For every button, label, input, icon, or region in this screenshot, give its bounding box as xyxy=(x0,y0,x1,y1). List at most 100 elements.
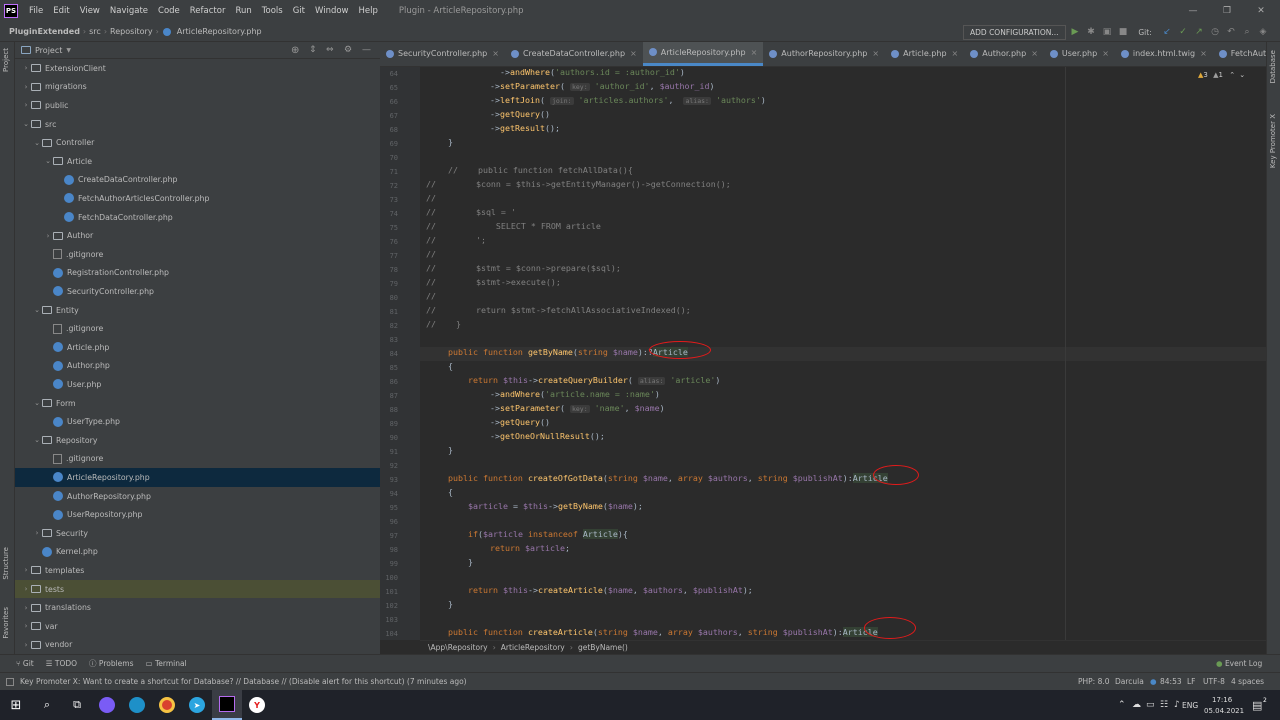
tree-item[interactable]: Kernel.php xyxy=(15,543,380,562)
phpstorm-settings-icon[interactable]: ◈ xyxy=(1256,24,1270,40)
tree-item[interactable]: ArticleRepository.php xyxy=(15,468,380,487)
chrome-browser-icon[interactable] xyxy=(152,690,182,720)
chevron-down-icon[interactable]: ⌄ xyxy=(21,120,31,128)
theme-name[interactable]: Darcula xyxy=(1115,677,1144,686)
expand-all-icon[interactable]: ⇕ xyxy=(309,45,317,55)
status-message[interactable]: Key Promoter X: Want to create a shortcu… xyxy=(20,677,467,686)
terminal-tool-button[interactable]: ▭ Terminal xyxy=(140,659,193,668)
add-configuration-button[interactable]: ADD CONFIGURATION... xyxy=(963,25,1066,40)
network-icon[interactable]: ☷ xyxy=(1160,700,1168,710)
breadcrumb-class[interactable]: ArticleRepository xyxy=(501,643,565,652)
tree-item[interactable]: ⌄ Article xyxy=(15,152,380,171)
tree-item[interactable]: Article.php xyxy=(15,338,380,357)
tree-item[interactable]: .gitignore xyxy=(15,450,380,469)
editor-tab[interactable]: index.html.twig × xyxy=(1115,42,1213,66)
git-tool-button[interactable]: ⑂ Git xyxy=(10,659,40,668)
project-tool-tab[interactable]: Project xyxy=(2,48,10,72)
breadcrumb-file[interactable]: ArticleRepository.php xyxy=(174,27,265,36)
history-icon[interactable]: ◷ xyxy=(1208,24,1222,40)
editor-tab[interactable]: SecurityController.php × xyxy=(380,42,505,66)
chevron-down-icon[interactable]: ⌄ xyxy=(32,436,42,444)
tree-item[interactable]: FetchDataController.php xyxy=(15,208,380,227)
tree-item[interactable]: .gitignore xyxy=(15,245,380,264)
tree-item[interactable]: AuthorRepository.php xyxy=(15,487,380,506)
gear-icon[interactable]: ⚙ xyxy=(344,45,352,55)
menu-edit[interactable]: Edit xyxy=(48,6,74,16)
key-promoter-tool-tab[interactable]: Key Promoter X xyxy=(1269,114,1277,168)
editor-tab[interactable]: ArticleRepository.php × xyxy=(642,42,764,66)
editor-tab[interactable]: User.php × xyxy=(1044,42,1115,66)
chevron-right-icon[interactable]: › xyxy=(21,585,31,593)
coverage-icon[interactable]: ▣ xyxy=(1100,24,1114,40)
editor-tab[interactable]: Author.php × xyxy=(964,42,1044,66)
menu-run[interactable]: Run xyxy=(230,6,256,16)
close-tab-icon[interactable]: × xyxy=(1200,49,1207,58)
edge-browser-icon[interactable] xyxy=(122,690,152,720)
caret-position[interactable]: 84:53 xyxy=(1160,677,1182,686)
tree-item[interactable]: › migrations xyxy=(15,78,380,97)
editor-tab[interactable]: Article.php × xyxy=(885,42,964,66)
tree-item[interactable]: User.php xyxy=(15,375,380,394)
close-tab-icon[interactable]: × xyxy=(492,49,499,58)
breadcrumb-project[interactable]: PluginExtended xyxy=(6,27,83,36)
chevron-right-icon[interactable]: › xyxy=(21,604,31,612)
tree-item[interactable]: › var xyxy=(15,617,380,636)
menu-help[interactable]: Help xyxy=(354,6,383,16)
indent-setting[interactable]: 4 spaces xyxy=(1231,677,1264,686)
tree-item[interactable]: .gitignore xyxy=(15,319,380,338)
tree-item[interactable]: ⌄ Entity xyxy=(15,301,380,320)
tree-item[interactable]: › Author xyxy=(15,226,380,245)
menu-file[interactable]: File xyxy=(24,6,48,16)
menu-window[interactable]: Window xyxy=(310,6,354,16)
chevron-right-icon[interactable]: › xyxy=(21,622,31,630)
git-update-icon[interactable]: ↙ xyxy=(1160,24,1174,40)
keyboard-language[interactable]: ENG xyxy=(1182,701,1198,710)
tray-chevron-up-icon[interactable]: ⌃ xyxy=(1118,700,1126,710)
tree-item[interactable]: CreateDataController.php xyxy=(15,171,380,190)
close-tab-icon[interactable]: × xyxy=(1031,49,1038,58)
search-icon[interactable]: ⌕ xyxy=(1240,24,1254,40)
editor-tab[interactable]: CreateDataController.php × xyxy=(505,42,643,66)
chevron-right-icon[interactable]: › xyxy=(21,64,31,72)
volume-icon[interactable]: ♪ xyxy=(1174,700,1180,710)
chevron-right-icon[interactable]: › xyxy=(43,232,53,240)
chevron-right-icon[interactable]: › xyxy=(21,641,31,649)
tree-item[interactable]: ⌄ Repository xyxy=(15,431,380,450)
tree-item[interactable]: › templates xyxy=(15,561,380,580)
chevron-down-icon[interactable]: ⌄ xyxy=(32,306,42,314)
telegram-icon[interactable]: ➤ xyxy=(182,690,212,720)
close-tab-icon[interactable]: × xyxy=(1102,49,1109,58)
tree-item[interactable]: › tests xyxy=(15,579,380,599)
menu-navigate[interactable]: Navigate xyxy=(105,6,153,16)
tree-item[interactable]: UserType.php xyxy=(15,412,380,431)
close-tab-icon[interactable]: × xyxy=(872,49,879,58)
favorites-tool-tab[interactable]: Favorites xyxy=(2,607,10,639)
tree-item[interactable]: SecurityController.php xyxy=(15,282,380,301)
collapse-all-icon[interactable]: ⇔ xyxy=(326,45,334,55)
tree-item[interactable]: › public xyxy=(15,96,380,115)
yandex-browser-icon[interactable]: Y xyxy=(242,690,272,720)
breadcrumb-repository[interactable]: Repository xyxy=(107,27,156,36)
chevron-up-icon[interactable]: ⌃ xyxy=(1229,71,1235,79)
chevron-down-icon[interactable]: ▼ xyxy=(66,47,71,54)
chevron-down-icon[interactable]: ⌄ xyxy=(1239,71,1245,79)
locate-icon[interactable]: ⊕ xyxy=(291,45,299,56)
file-encoding[interactable]: UTF-8 xyxy=(1203,677,1225,686)
chevron-down-icon[interactable]: ⌄ xyxy=(43,157,53,165)
rollback-icon[interactable]: ↶ xyxy=(1224,24,1238,40)
project-panel-title[interactable]: Project xyxy=(35,46,62,55)
tree-item[interactable]: › vendor xyxy=(15,636,380,654)
clock-date[interactable]: 05.04.2021 xyxy=(1204,707,1244,715)
notification-icon[interactable]: ▤ xyxy=(1252,699,1262,712)
problems-tool-button[interactable]: ⓘ Problems xyxy=(83,658,139,669)
database-tool-tab[interactable]: Database xyxy=(1269,50,1277,83)
clock-time[interactable]: 17:16 xyxy=(1212,696,1232,704)
git-commit-icon[interactable]: ✓ xyxy=(1176,24,1190,40)
close-button[interactable]: ✕ xyxy=(1244,0,1278,22)
event-log-button[interactable]: ● Event Log xyxy=(1210,659,1268,668)
chevron-right-icon[interactable]: › xyxy=(21,566,31,574)
tree-item[interactable]: Author.php xyxy=(15,357,380,376)
cloud-icon[interactable]: ☁ xyxy=(1132,700,1141,710)
tree-item[interactable]: ⌄ Controller xyxy=(15,133,380,152)
close-tab-icon[interactable]: × xyxy=(751,48,758,57)
